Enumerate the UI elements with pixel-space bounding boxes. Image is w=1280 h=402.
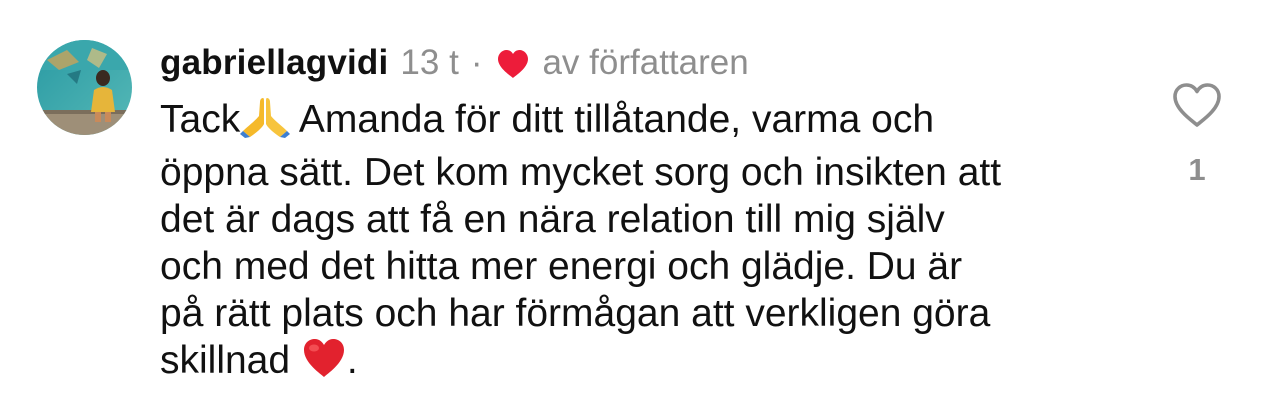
comment-header: gabriellagvidi 13 t · av författaren [160, 38, 749, 88]
red-heart-icon [496, 48, 530, 78]
comment-text-fragment: skillnad [160, 339, 301, 382]
avatar[interactable] [37, 40, 132, 135]
liked-by-author-label: av författaren [542, 43, 749, 82]
folded-hands-emoji [240, 96, 291, 149]
comment-text-fragment: . [346, 339, 358, 382]
like-button[interactable] [1172, 82, 1222, 128]
comment-text: Tack Amanda för ditt tillåtande, varma o… [160, 96, 1150, 390]
comment-line: det är dags att få en nära relation till… [160, 198, 945, 241]
like-count[interactable]: 1 [1172, 152, 1222, 188]
comment-text-fragment: Amanda för ditt tillåtande, varma och [290, 98, 935, 141]
comment: gabriellagvidi 13 t · av författaren Tac… [0, 0, 1280, 402]
separator-dot: · [470, 43, 483, 82]
username-link[interactable]: gabriellagvidi [160, 43, 388, 83]
comment-line: skillnad . [160, 337, 1150, 390]
comment-text-fragment: Tack [160, 98, 241, 141]
comment-timestamp[interactable]: 13 t [400, 43, 458, 83]
avatar-image [37, 40, 132, 135]
comment-line: öppna sätt. Det kom mycket sorg och insi… [160, 151, 1002, 194]
comment-line: och med det hitta mer energi och glädje.… [160, 245, 963, 288]
heart-outline-icon [1173, 83, 1221, 127]
comment-line: Tack Amanda för ditt tillåtande, varma o… [160, 96, 1150, 149]
red-heart-emoji [301, 337, 347, 390]
comment-line: på rätt plats och har förmågan att verkl… [160, 292, 991, 335]
